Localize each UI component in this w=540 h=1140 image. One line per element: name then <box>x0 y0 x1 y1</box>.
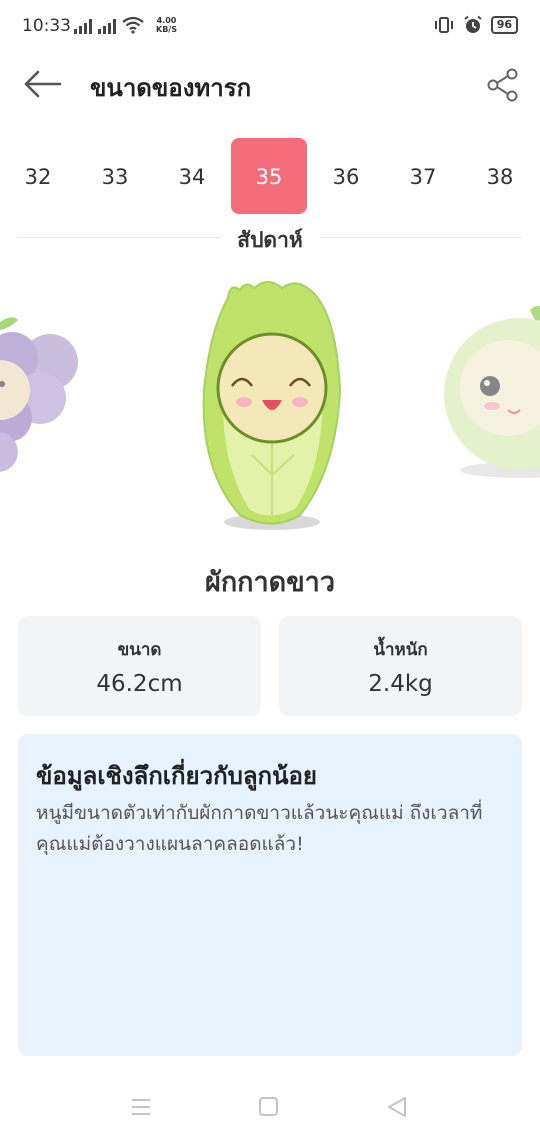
net-speed-value: 4.00 <box>156 16 177 25</box>
menu-icon[interactable] <box>130 1097 152 1117</box>
back-triangle-icon[interactable] <box>386 1096 408 1118</box>
status-right-icons: 96 <box>433 15 518 35</box>
signal-icon <box>98 18 116 34</box>
weight-value: 2.4kg <box>368 671 433 697</box>
week-item-34[interactable]: 34 <box>154 138 230 214</box>
page-title: ขนาดของทารก <box>90 74 252 102</box>
baby-insight-card: ข้อมูลเชิงลึกเกี่ยวกับลูกน้อย หนูมีขนาดต… <box>18 734 522 1056</box>
week-item-32[interactable]: 32 <box>0 138 76 214</box>
net-speed-unit: KB/S <box>156 25 177 34</box>
size-card: ขนาด 46.2cm <box>18 616 261 716</box>
week-item-35-selected[interactable]: 35 <box>231 138 307 214</box>
app-header: ขนาดของทารก <box>0 56 540 112</box>
napa-cabbage-illustration[interactable] <box>202 281 342 530</box>
home-square-icon[interactable] <box>258 1096 280 1118</box>
honeydew-illustration[interactable] <box>444 305 540 478</box>
back-arrow-icon[interactable] <box>22 68 62 100</box>
size-label: ขนาด <box>117 640 162 660</box>
insight-title: ข้อมูลเชิงลึกเกี่ยวกับลูกน้อย <box>36 762 317 790</box>
share-icon[interactable] <box>486 68 520 102</box>
produce-name: ผักกาดขาว <box>205 567 335 598</box>
week-item-33[interactable]: 33 <box>77 138 153 214</box>
status-bar: 10:33 4.00 KB/S 96 <box>0 0 540 56</box>
status-time: 10:33 <box>22 16 71 36</box>
insight-text: หนูมีขนาดตัวเท่ากับผักกาดขาวแล้วนะคุณแม่… <box>36 802 483 855</box>
week-item-38[interactable]: 38 <box>462 138 538 214</box>
grapes-illustration[interactable] <box>0 317 78 472</box>
signal-icon <box>74 18 92 34</box>
size-value: 46.2cm <box>96 671 183 697</box>
week-item-36[interactable]: 36 <box>308 138 384 214</box>
weight-label: น้ำหนัก <box>373 640 428 660</box>
produce-carousel[interactable] <box>0 270 540 540</box>
weight-card: น้ำหนัก 2.4kg <box>279 616 522 716</box>
week-item-37[interactable]: 37 <box>385 138 461 214</box>
week-selector: 32 33 34 35 36 37 38 <box>0 138 540 216</box>
system-nav-bar <box>0 1080 540 1140</box>
battery-icon: 96 <box>490 16 518 34</box>
vibrate-icon <box>434 17 453 33</box>
signal-icons <box>74 16 144 34</box>
wifi-icon <box>122 16 144 34</box>
week-label: สัปดาห์ <box>220 224 320 257</box>
alarm-icon <box>464 15 482 33</box>
network-speed: 4.00 KB/S <box>156 16 177 34</box>
